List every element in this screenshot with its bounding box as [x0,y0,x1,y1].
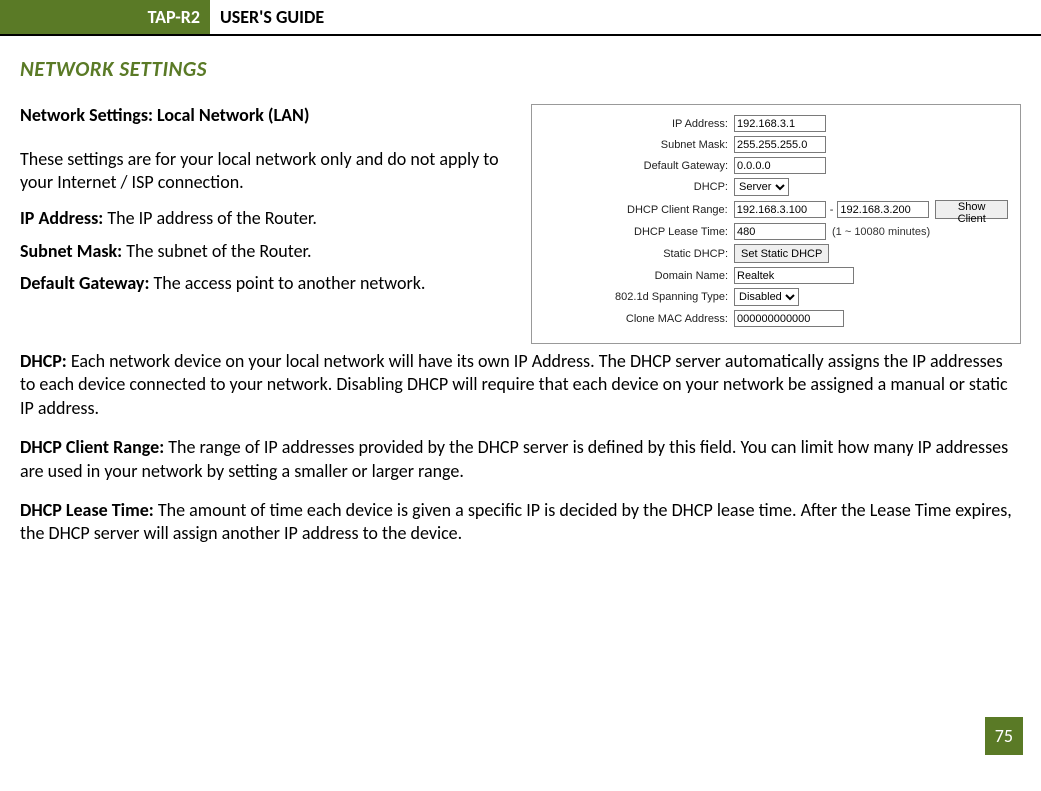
row-domain-name: Domain Name: [544,267,1008,284]
label-dhcp: DHCP: [544,181,734,193]
def-term: Default Gateway: [20,272,149,294]
section-title: NETWORK SETTINGS [20,56,1021,82]
product-badge: TAP-R2 [138,6,210,28]
def-dhcp-lease-time: DHCP Lease Time: The amount of time each… [20,499,1021,546]
label-spanning: 802.1d Spanning Type: [544,291,734,303]
select-dhcp[interactable]: Server [734,178,789,196]
input-clone-mac[interactable] [734,310,844,327]
label-clone-mac: Clone MAC Address: [544,313,734,325]
page-header: TAP-R2 USER'S GUIDE [0,0,1041,36]
intro-row: Network Settings: Local Network (LAN) Th… [20,104,1021,344]
row-static-dhcp: Static DHCP: Set Static DHCP [544,244,1008,263]
page-number: 75 [985,717,1023,755]
doc-title: USER'S GUIDE [210,2,334,34]
def-text: The subnet of the Router. [122,240,311,262]
row-ip-address: IP Address: [544,115,1008,132]
row-subnet-mask: Subnet Mask: [544,136,1008,153]
intro-paragraph: These settings are for your local networ… [20,148,517,193]
label-subnet-mask: Subnet Mask: [544,139,734,151]
label-domain-name: Domain Name: [544,270,734,282]
dhcp-lease-hint: (1 ~ 10080 minutes) [832,226,930,238]
def-text: The range of IP addresses provided by th… [20,436,1008,481]
range-separator: - [830,204,834,216]
row-clone-mac: Clone MAC Address: [544,310,1008,327]
label-dhcp-lease: DHCP Lease Time: [544,226,734,238]
row-dhcp: DHCP: Server [544,178,1008,196]
input-default-gateway[interactable] [734,157,826,174]
def-term: DHCP Lease Time: [20,499,154,521]
settings-screenshot-panel: IP Address: Subnet Mask: Default Gateway… [531,104,1021,344]
input-subnet-mask[interactable] [734,136,826,153]
def-text: Each network device on your local networ… [20,350,1008,419]
input-dhcp-lease[interactable] [734,223,826,240]
input-dhcp-range-end[interactable] [837,201,929,218]
def-term: IP Address: [20,207,103,229]
input-dhcp-range-start[interactable] [734,201,826,218]
def-term: DHCP Client Range: [20,436,164,458]
label-dhcp-range: DHCP Client Range: [544,204,734,216]
row-spanning: 802.1d Spanning Type: Disabled [544,288,1008,306]
label-ip-address: IP Address: [544,118,734,130]
page-content: NETWORK SETTINGS Network Settings: Local… [0,56,1041,546]
row-default-gateway: Default Gateway: [544,157,1008,174]
row-dhcp-lease: DHCP Lease Time: (1 ~ 10080 minutes) [544,223,1008,240]
intro-left: Network Settings: Local Network (LAN) Th… [20,104,517,305]
label-static-dhcp: Static DHCP: [544,248,734,260]
def-text: The amount of time each device is given … [20,499,1012,544]
def-dhcp-client-range: DHCP Client Range: The range of IP addre… [20,436,1021,483]
input-domain-name[interactable] [734,267,854,284]
row-dhcp-range: DHCP Client Range: - Show Client [544,200,1008,219]
def-dhcp: DHCP: Each network device on your local … [20,350,1021,420]
def-text: The IP address of the Router. [103,207,317,229]
header-badge-block: TAP-R2 [0,0,210,34]
def-text: The access point to another network. [149,272,425,294]
select-spanning[interactable]: Disabled [734,288,799,306]
sub-heading: Network Settings: Local Network (LAN) [20,104,517,126]
def-term: Subnet Mask: [20,240,122,262]
def-ip-address: IP Address: The IP address of the Router… [20,207,517,230]
def-term: DHCP: [20,350,67,372]
def-default-gateway: Default Gateway: The access point to ano… [20,272,517,295]
label-default-gateway: Default Gateway: [544,160,734,172]
input-ip-address[interactable] [734,115,826,132]
show-client-button[interactable]: Show Client [935,200,1008,219]
set-static-dhcp-button[interactable]: Set Static DHCP [734,244,829,263]
def-subnet-mask: Subnet Mask: The subnet of the Router. [20,240,517,263]
